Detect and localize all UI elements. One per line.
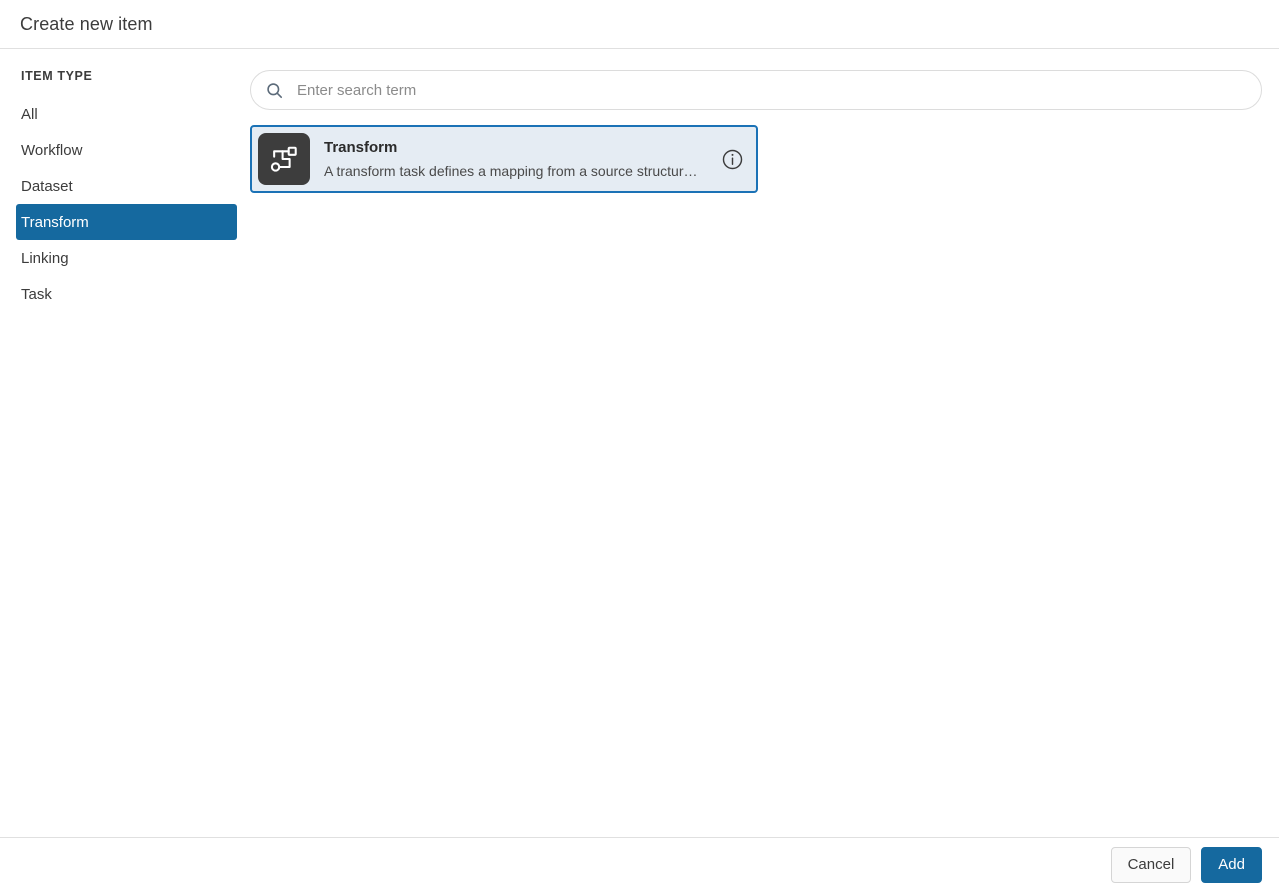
- sidebar-heading: ITEM TYPE: [0, 69, 250, 83]
- search-input[interactable]: [297, 78, 1247, 102]
- sidebar-item-linking[interactable]: Linking: [16, 240, 237, 276]
- sidebar-item-label: Workflow: [21, 142, 82, 159]
- info-circle-icon[interactable]: [721, 148, 744, 171]
- item-card-transform[interactable]: Transform A transform task defines a map…: [250, 125, 758, 193]
- item-card-description: A transform task defines a mapping from …: [324, 162, 710, 181]
- add-button[interactable]: Add: [1201, 847, 1262, 883]
- sidebar-item-task[interactable]: Task: [16, 276, 237, 312]
- create-new-item-dialog: Create new item ITEM TYPE All Workflow D…: [0, 0, 1279, 892]
- sidebar-item-transform[interactable]: Transform: [16, 204, 237, 240]
- sidebar-item-label: Dataset: [21, 178, 73, 195]
- results-list: Transform A transform task defines a map…: [250, 125, 1279, 193]
- sidebar-item-label: Task: [21, 286, 52, 303]
- dialog-body: ITEM TYPE All Workflow Dataset Transform…: [0, 49, 1279, 837]
- dialog-header: Create new item: [0, 0, 1279, 49]
- sidebar-item-label: All: [21, 106, 38, 123]
- search-icon: [265, 81, 284, 100]
- sidebar-item-all[interactable]: All: [16, 96, 237, 132]
- sidebar-item-label: Transform: [21, 214, 89, 231]
- dialog-footer: Cancel Add: [0, 837, 1279, 892]
- search-box[interactable]: [250, 70, 1262, 110]
- transform-graph-icon: [258, 133, 310, 185]
- sidebar-item-workflow[interactable]: Workflow: [16, 132, 237, 168]
- content-area: Transform A transform task defines a map…: [250, 49, 1279, 837]
- search-bar: [250, 70, 1262, 110]
- cancel-button[interactable]: Cancel: [1111, 847, 1192, 883]
- sidebar-list: All Workflow Dataset Transform Linking T…: [0, 96, 237, 312]
- sidebar: ITEM TYPE All Workflow Dataset Transform…: [0, 49, 250, 837]
- item-card-text: Transform A transform task defines a map…: [324, 138, 721, 181]
- sidebar-item-label: Linking: [21, 250, 69, 267]
- sidebar-item-dataset[interactable]: Dataset: [16, 168, 237, 204]
- page-title: Create new item: [20, 14, 153, 35]
- item-card-title: Transform: [324, 138, 713, 158]
